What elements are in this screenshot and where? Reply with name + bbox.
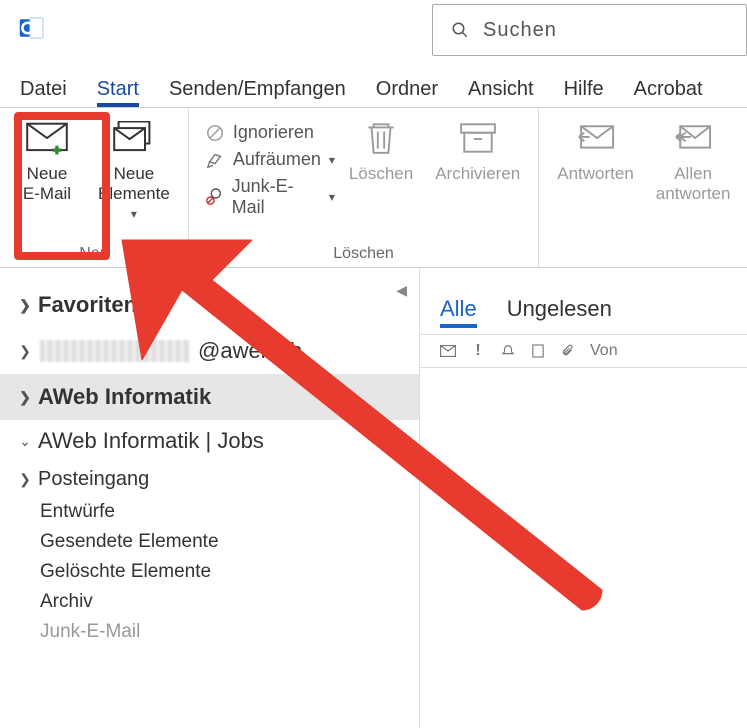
tab-hilfe[interactable]: Hilfe: [564, 78, 604, 107]
junk-label: Junk-E-Mail: [232, 176, 321, 218]
new-items-button[interactable]: NeueElemente ▾: [90, 114, 178, 243]
folder-posteingang-label: Posteingang: [38, 468, 149, 491]
folder-archiv-label: Archiv: [40, 591, 93, 613]
filter-alle[interactable]: Alle: [440, 296, 477, 328]
new-email-button[interactable]: NeueE-Mail: [10, 114, 84, 243]
message-list-pane: Alle Ungelesen ! Von: [420, 268, 747, 728]
folder-archiv[interactable]: Archiv: [18, 587, 409, 617]
reply-all-label-2: antworten: [656, 184, 731, 203]
account-aweb-informatik[interactable]: ❯ AWeb Informatik: [0, 374, 419, 420]
chevron-down-icon: ▾: [329, 190, 335, 204]
search-icon: [451, 21, 469, 39]
folder-entwuerfe[interactable]: Entwürfe: [18, 497, 409, 527]
header-reminder-icon[interactable]: [500, 343, 516, 359]
reply-button[interactable]: Antworten: [549, 114, 642, 243]
account-aweb-label: AWeb Informatik: [38, 384, 211, 410]
account-domain: @aweb.ch: [198, 338, 302, 364]
header-attachment-icon[interactable]: [560, 343, 576, 359]
ignore-button[interactable]: Ignorieren: [205, 122, 335, 143]
new-email-label-1: Neue: [27, 164, 68, 183]
search-box[interactable]: Suchen: [432, 4, 747, 56]
outlook-logo-icon: [18, 14, 46, 47]
delete-button[interactable]: Löschen: [341, 114, 421, 243]
filter-tabs: Alle Ungelesen: [420, 296, 747, 334]
cleanup-label: Aufräumen: [233, 149, 321, 170]
tab-start[interactable]: Start: [97, 78, 139, 107]
header-von[interactable]: Von: [590, 342, 727, 360]
folder-entwuerfe-label: Entwürfe: [40, 501, 115, 523]
tree-header-label: AWeb Informatik | Jobs: [38, 428, 264, 454]
filter-ungelesen[interactable]: Ungelesen: [507, 296, 612, 328]
ribbon: NeueE-Mail NeueElemente ▾ Neu Ignorieren…: [0, 108, 747, 268]
chevron-down-icon: ▾: [329, 153, 335, 167]
reply-icon: [574, 118, 618, 158]
cleanup-icon: [205, 150, 225, 170]
ribbon-group-label-loeschen: Löschen: [189, 245, 538, 263]
archive-label: Archivieren: [435, 164, 520, 184]
new-items-label-1: Neue: [114, 164, 155, 183]
junk-button[interactable]: Junk-E-Mail ▾: [205, 176, 335, 218]
chevron-down-icon: ⌄: [18, 433, 32, 450]
collapse-sidebar-icon[interactable]: ◀: [396, 282, 407, 299]
header-importance-icon[interactable]: !: [470, 343, 486, 359]
delete-menu-column: Ignorieren Aufräumen ▾ Junk-E-Mail ▾: [199, 114, 341, 243]
ribbon-group-neu: NeueE-Mail NeueElemente ▾ Neu: [0, 108, 188, 267]
archive-button[interactable]: Archivieren: [427, 114, 528, 243]
favorites-header[interactable]: ❯ Favoriten: [0, 282, 419, 328]
junk-icon: [205, 187, 224, 207]
folder-junk[interactable]: Junk-E-Mail: [18, 617, 409, 647]
new-email-label-2: E-Mail: [23, 184, 71, 203]
new-items-label-2: Elemente: [98, 184, 170, 203]
trash-icon: [359, 118, 403, 158]
folder-gesendete-label: Gesendete Elemente: [40, 531, 219, 553]
header-icon-col[interactable]: [530, 343, 546, 359]
reply-all-label-1: Allen: [674, 164, 712, 183]
archive-icon: [456, 118, 500, 158]
list-header: ! Von: [420, 334, 747, 368]
chevron-right-icon: ❯: [18, 389, 32, 406]
chevron-right-icon: ❯: [18, 297, 32, 314]
ribbon-tabs: Datei Start Senden/Empfangen Ordner Ansi…: [0, 60, 747, 108]
new-email-icon: [25, 118, 69, 158]
ignore-label: Ignorieren: [233, 122, 314, 143]
delete-label: Löschen: [349, 164, 413, 184]
folder-gesendete[interactable]: Gesendete Elemente: [18, 527, 409, 557]
tree-header[interactable]: ⌄ AWeb Informatik | Jobs: [18, 420, 409, 462]
cleanup-button[interactable]: Aufräumen ▾: [205, 149, 335, 170]
account-name-redacted: [40, 340, 190, 362]
ribbon-group-reply: Antworten Allenantworten: [538, 108, 747, 267]
tab-datei[interactable]: Datei: [20, 78, 67, 107]
search-placeholder: Suchen: [483, 19, 557, 42]
folder-junk-label: Junk-E-Mail: [40, 621, 140, 643]
folder-geloeschte-label: Gelöschte Elemente: [40, 561, 211, 583]
ignore-icon: [205, 123, 225, 143]
chevron-down-icon: ▾: [131, 207, 137, 221]
ribbon-group-label-neu: Neu: [0, 245, 188, 263]
folder-tree: ⌄ AWeb Informatik | Jobs ❯ Posteingang Ent…: [0, 420, 419, 647]
header-envelope-icon[interactable]: [440, 343, 456, 359]
favorites-label: Favoriten: [38, 292, 137, 318]
tab-senden-empfangen[interactable]: Senden/Empfangen: [169, 78, 346, 107]
main-area: ◀ ❯ Favoriten ❯ @aweb.ch ❯ AWeb Informatik …: [0, 268, 747, 728]
folder-geloeschte[interactable]: Gelöschte Elemente: [18, 557, 409, 587]
reply-all-icon: [671, 118, 715, 158]
account-row[interactable]: ❯ @aweb.ch: [0, 328, 419, 374]
tab-acrobat[interactable]: Acrobat: [634, 78, 703, 107]
folder-sidebar: ◀ ❯ Favoriten ❯ @aweb.ch ❯ AWeb Informatik …: [0, 268, 420, 728]
ribbon-group-loeschen: Ignorieren Aufräumen ▾ Junk-E-Mail ▾ Lös…: [188, 108, 538, 267]
reply-all-button[interactable]: Allenantworten: [648, 114, 739, 243]
tab-ordner[interactable]: Ordner: [376, 78, 438, 107]
tab-ansicht[interactable]: Ansicht: [468, 78, 534, 107]
folder-posteingang[interactable]: ❯ Posteingang: [18, 462, 409, 497]
new-items-icon: [112, 118, 156, 158]
chevron-right-icon: ❯: [18, 343, 32, 360]
reply-label: Antworten: [557, 164, 634, 184]
chevron-right-icon: ❯: [18, 471, 32, 488]
